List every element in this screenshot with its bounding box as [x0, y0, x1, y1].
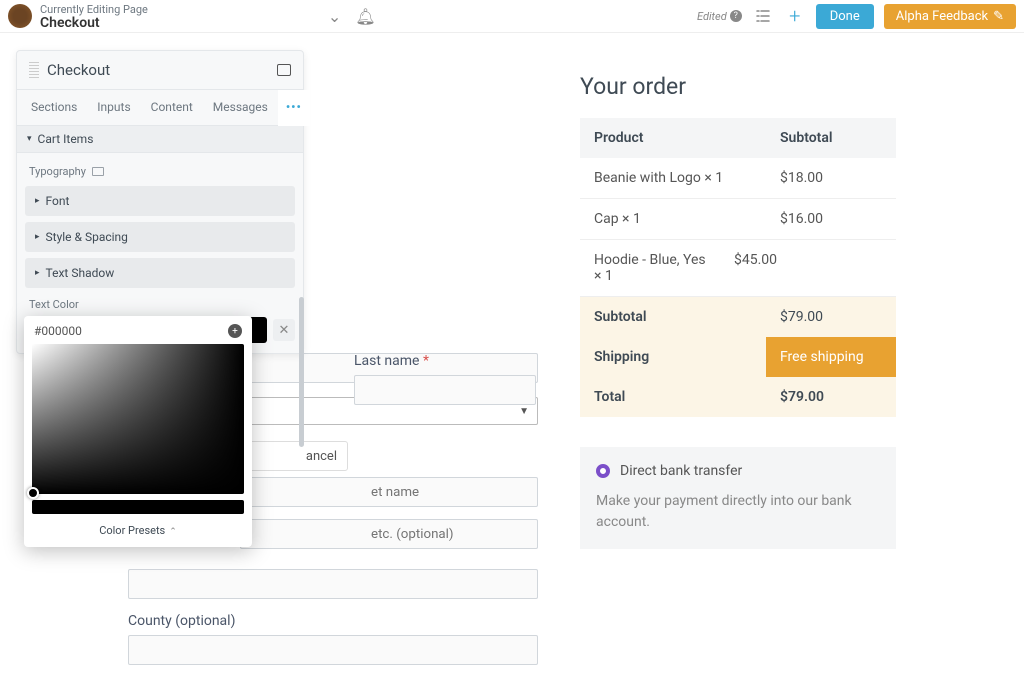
- chevron-up-icon: ⌃: [169, 527, 177, 537]
- desktop-icon[interactable]: [92, 167, 104, 176]
- chevron-down-icon: ▾: [27, 134, 32, 144]
- chevron-right-icon: ▸: [35, 232, 40, 242]
- color-picker-popover: #000000 + Color Presets⌃: [24, 316, 252, 547]
- shipping-label: Shipping: [580, 337, 766, 377]
- order-item-name: Hoodie - Blue, Yes × 1: [580, 240, 720, 296]
- product-header: Product: [580, 118, 766, 158]
- tab-messages[interactable]: Messages: [203, 90, 278, 125]
- chevron-right-icon: ▸: [35, 196, 40, 206]
- typography-label: Typography: [25, 163, 295, 186]
- order-title: Your order: [580, 73, 896, 100]
- help-icon[interactable]: ?: [730, 10, 742, 22]
- accordion-style-spacing[interactable]: ▸Style & Spacing: [25, 222, 295, 252]
- outline-icon[interactable]: [752, 5, 774, 27]
- sv-handle[interactable]: [27, 487, 39, 499]
- order-item-price: $45.00: [720, 240, 850, 296]
- last-name-input[interactable]: [354, 375, 536, 405]
- city-input[interactable]: [128, 569, 538, 599]
- edited-indicator: Edited ?: [697, 10, 742, 23]
- accordion-text-shadow[interactable]: ▸Text Shadow: [25, 258, 295, 288]
- street-input[interactable]: [240, 477, 538, 507]
- edit-icon: ✎: [993, 9, 1004, 24]
- radio-selected-icon[interactable]: [596, 464, 610, 478]
- order-item-price: $16.00: [766, 199, 896, 239]
- county-label: County (optional): [128, 613, 538, 629]
- subtotal-value: $79.00: [766, 297, 896, 337]
- order-item-price: $18.00: [766, 158, 896, 198]
- last-name-label: Last name *: [354, 353, 536, 369]
- subtotal-label: Subtotal: [580, 297, 766, 337]
- add-preset-button[interactable]: +: [228, 324, 242, 338]
- subtotal-header: Subtotal: [766, 118, 896, 158]
- apt-input[interactable]: [240, 519, 538, 549]
- tab-content[interactable]: Content: [141, 90, 203, 125]
- chevron-right-icon: ▸: [35, 268, 40, 278]
- total-label: Total: [580, 377, 766, 417]
- editing-label: Currently Editing Page: [40, 3, 148, 16]
- chevron-down-icon[interactable]: ⌄: [328, 7, 341, 26]
- app-logo: [8, 4, 32, 28]
- drag-handle-icon[interactable]: [29, 62, 39, 78]
- county-input[interactable]: [128, 635, 538, 665]
- panel-title: Checkout: [47, 61, 277, 79]
- shipping-value: Free shipping: [766, 337, 896, 377]
- hex-value[interactable]: #000000: [34, 324, 82, 338]
- done-button[interactable]: Done: [816, 4, 874, 29]
- order-item-name: Cap × 1: [580, 199, 766, 239]
- tab-inputs[interactable]: Inputs: [87, 90, 140, 125]
- total-value: $79.00: [766, 377, 896, 417]
- page-title: Checkout: [40, 16, 148, 30]
- scrollbar[interactable]: [299, 297, 304, 447]
- accordion-font[interactable]: ▸Font: [25, 186, 295, 216]
- alpha-feedback-button[interactable]: Alpha Feedback✎: [884, 4, 1016, 29]
- tab-sections[interactable]: Sections: [21, 90, 87, 125]
- hue-slider[interactable]: [32, 500, 244, 514]
- subsection-cart-items[interactable]: ▾Cart Items: [17, 126, 303, 153]
- payment-method-label: Direct bank transfer: [620, 463, 742, 479]
- maximize-icon[interactable]: [277, 64, 291, 76]
- saturation-value-area[interactable]: [32, 344, 244, 494]
- cancel-button[interactable]: ancel: [238, 441, 348, 471]
- settings-panel: Checkout Sections Inputs Content Message…: [16, 50, 304, 354]
- tab-more[interactable]: •••: [278, 90, 310, 126]
- bell-icon[interactable]: 🔔︎: [355, 7, 375, 26]
- payment-description: Make your payment directly into our bank…: [596, 491, 880, 533]
- add-icon[interactable]: +: [784, 5, 806, 27]
- clear-color-button[interactable]: ✕: [273, 319, 295, 341]
- color-presets-toggle[interactable]: Color Presets⌃: [32, 514, 244, 537]
- order-item-name: Beanie with Logo × 1: [580, 158, 766, 198]
- text-color-label: Text Color: [25, 294, 295, 317]
